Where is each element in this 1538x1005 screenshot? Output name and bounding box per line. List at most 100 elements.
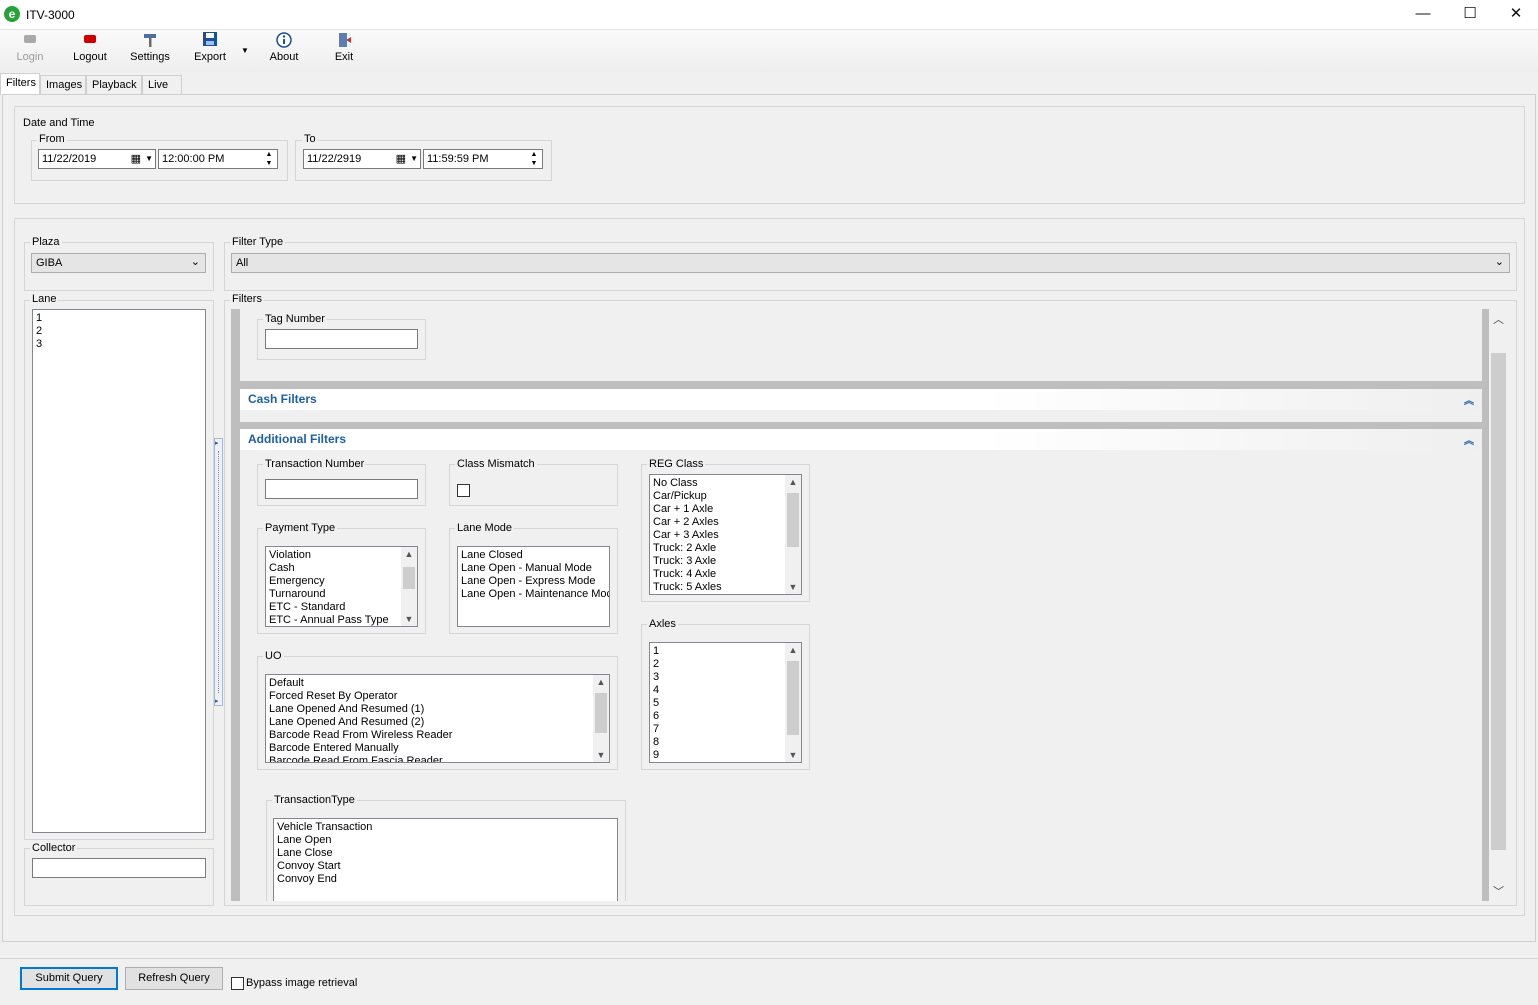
submit-query-button[interactable]: Submit Query xyxy=(20,967,118,990)
collapse-chevron-icon[interactable]: ︽ xyxy=(1464,432,1474,447)
from-date-picker[interactable]: 11/22/2019 ▦ ▼ xyxy=(38,149,156,169)
tab-live[interactable]: Live xyxy=(142,75,182,94)
transaction-type-list[interactable]: Vehicle Transaction Lane Open Lane Close… xyxy=(273,818,618,901)
axles-scrollbar[interactable]: ▲ ▼ xyxy=(785,643,801,762)
tab-playback[interactable]: Playback xyxy=(86,75,142,94)
list-item[interactable]: Cash xyxy=(266,562,417,575)
calendar-icon[interactable]: ▦ xyxy=(131,152,141,165)
from-time-picker[interactable]: 12:00:00 PM ▲ ▼ xyxy=(158,149,278,169)
list-item[interactable]: Default xyxy=(266,677,609,690)
list-item[interactable]: Barcode Read From Fascia Reader xyxy=(266,755,609,762)
list-item[interactable]: Barcode Read From Wireless Reader xyxy=(266,729,609,742)
list-item[interactable]: Truck: 2 Axle xyxy=(650,542,801,555)
plaza-select[interactable]: GIBA ⌄ xyxy=(31,253,206,273)
list-item[interactable]: 1 xyxy=(33,312,205,325)
list-item[interactable]: 3 xyxy=(650,671,801,684)
settings-button[interactable]: Settings xyxy=(128,32,172,63)
list-item[interactable]: 2 xyxy=(33,325,205,338)
payment-type-scrollbar[interactable]: ▲ ▼ xyxy=(401,547,417,626)
list-item[interactable]: Lane Open - Manual Mode xyxy=(458,562,609,575)
list-item[interactable]: Lane Closed xyxy=(458,549,609,562)
tab-images[interactable]: Images xyxy=(40,75,86,94)
list-item[interactable]: Lane Opened And Resumed (2) xyxy=(266,716,609,729)
list-item[interactable]: Truck: 3 Axle xyxy=(650,555,801,568)
list-item[interactable]: Convoy Start xyxy=(274,860,617,873)
list-item[interactable]: 3 xyxy=(33,338,205,351)
close-button[interactable]: ✕ xyxy=(1493,0,1538,30)
calendar-icon[interactable]: ▦ xyxy=(396,152,406,165)
scroll-down-icon[interactable]: ▼ xyxy=(785,580,801,594)
to-time-picker[interactable]: 11:59:59 PM ▲ ▼ xyxy=(423,149,543,169)
list-item[interactable]: No Class xyxy=(650,477,801,490)
list-item[interactable]: Lane Open xyxy=(274,834,617,847)
list-item[interactable]: 8 xyxy=(650,736,801,749)
list-item[interactable]: 2 xyxy=(650,658,801,671)
list-item[interactable]: Car + 1 Axle xyxy=(650,503,801,516)
bypass-image-checkbox[interactable] xyxy=(231,977,244,990)
list-item[interactable]: 5 xyxy=(650,697,801,710)
reg-class-list[interactable]: No Class Car/Pickup Car + 1 Axle Car + 2… xyxy=(649,474,802,595)
lane-list[interactable]: 1 2 3 xyxy=(32,309,206,833)
chevron-down-icon[interactable]: ▼ xyxy=(145,154,153,163)
filter-type-select[interactable]: All ⌄ xyxy=(231,253,1510,273)
list-item[interactable]: Turnaround xyxy=(266,588,417,601)
list-item[interactable]: 4 xyxy=(650,684,801,697)
chevron-down-icon[interactable]: ▼ xyxy=(410,154,418,163)
list-item[interactable]: 6 xyxy=(650,710,801,723)
scroll-thumb[interactable] xyxy=(595,693,607,733)
list-item[interactable]: 9 xyxy=(650,749,801,762)
list-item[interactable]: Truck: 5 Axles xyxy=(650,581,801,594)
list-item[interactable]: Lane Opened And Resumed (1) xyxy=(266,703,609,716)
list-item[interactable]: ETC - Standard xyxy=(266,601,417,614)
scroll-down-icon[interactable]: ﹀ xyxy=(1493,883,1504,899)
scroll-up-icon[interactable]: ▲ xyxy=(785,643,801,657)
export-button[interactable]: Export xyxy=(190,32,230,63)
transaction-number-input[interactable] xyxy=(265,479,418,499)
list-item[interactable]: 1 xyxy=(650,645,801,658)
tab-filters[interactable]: Filters xyxy=(0,73,40,95)
lane-mode-list[interactable]: Lane Closed Lane Open - Manual Mode Lane… xyxy=(457,546,610,627)
uo-list[interactable]: Default Forced Reset By Operator Lane Op… xyxy=(265,674,610,763)
scroll-down-icon[interactable]: ▼ xyxy=(401,612,417,626)
list-item[interactable]: 7 xyxy=(650,723,801,736)
scroll-up-icon[interactable]: ▲ xyxy=(401,547,417,561)
exit-button[interactable]: Exit xyxy=(328,32,360,63)
refresh-query-button[interactable]: Refresh Query xyxy=(125,967,223,990)
list-item[interactable]: Car + 3 Axles xyxy=(650,529,801,542)
uo-scrollbar[interactable]: ▲ ▼ xyxy=(593,675,609,762)
list-item[interactable]: Convoy End xyxy=(274,873,617,886)
maximize-button[interactable]: ☐ xyxy=(1447,0,1493,30)
list-item[interactable]: Forced Reset By Operator xyxy=(266,690,609,703)
scroll-thumb[interactable] xyxy=(403,567,415,589)
to-date-picker[interactable]: 11/22/2919 ▦ ▼ xyxy=(303,149,421,169)
list-item[interactable]: ETC - Annual Pass Type xyxy=(266,614,417,626)
list-item[interactable]: Truck: 4 Axle xyxy=(650,568,801,581)
filters-scrollbar[interactable]: ︿ ﹀ xyxy=(1490,309,1507,901)
list-item[interactable]: Car + 2 Axles xyxy=(650,516,801,529)
class-mismatch-checkbox[interactable] xyxy=(457,484,470,497)
cash-filters-header[interactable]: Cash Filters ︽ xyxy=(240,389,1482,410)
time-spinner-icon[interactable]: ▲ ▼ xyxy=(528,150,540,168)
axles-list[interactable]: 1 2 3 4 5 6 7 8 9 ▲ ▼ xyxy=(649,642,802,763)
scroll-up-icon[interactable]: ▲ xyxy=(785,475,801,489)
list-item[interactable]: Violation xyxy=(266,549,417,562)
panel-splitter[interactable]: ▸ ▸ xyxy=(214,438,223,706)
scroll-thumb[interactable] xyxy=(1491,353,1506,850)
scroll-up-icon[interactable]: ︿ xyxy=(1493,311,1504,327)
collector-input[interactable] xyxy=(32,858,206,878)
collapse-chevron-icon[interactable]: ︽ xyxy=(1464,392,1474,407)
additional-filters-header[interactable]: Additional Filters ︽ xyxy=(240,429,1482,450)
reg-class-scrollbar[interactable]: ▲ ▼ xyxy=(785,475,801,594)
tag-number-input[interactable] xyxy=(265,329,418,349)
list-item[interactable]: Emergency xyxy=(266,575,417,588)
scroll-down-icon[interactable]: ▼ xyxy=(593,748,609,762)
logout-button[interactable]: Logout xyxy=(70,32,110,63)
list-item[interactable]: Car/Pickup xyxy=(650,490,801,503)
time-spinner-icon[interactable]: ▲ ▼ xyxy=(263,150,275,168)
payment-type-list[interactable]: Violation Cash Emergency Turnaround ETC … xyxy=(265,546,418,627)
list-item[interactable]: Lane Open - Maintenance Moc xyxy=(458,588,609,601)
scroll-up-icon[interactable]: ▲ xyxy=(593,675,609,689)
list-item[interactable]: Barcode Entered Manually xyxy=(266,742,609,755)
scroll-thumb[interactable] xyxy=(787,661,799,735)
list-item[interactable]: Lane Close xyxy=(274,847,617,860)
